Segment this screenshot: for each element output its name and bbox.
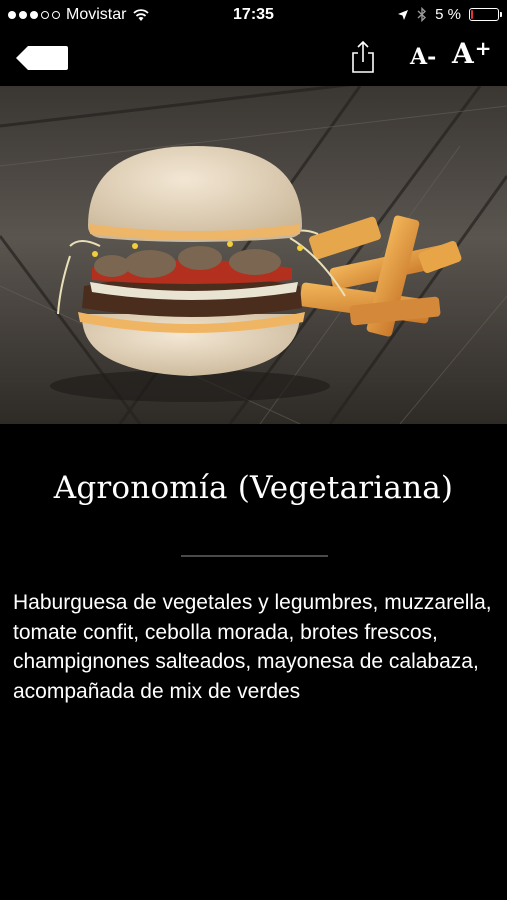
navigation-bar: A- A+	[0, 30, 507, 86]
battery-icon	[469, 8, 502, 21]
font-decrease-button[interactable]: A-	[410, 44, 436, 70]
share-icon	[352, 40, 374, 73]
font-increase-sign: +	[474, 36, 492, 60]
font-decrease-sign: -	[427, 44, 437, 70]
bluetooth-icon	[417, 7, 427, 22]
status-bar: Movistar 17:35 5 %	[0, 0, 507, 30]
location-arrow-icon	[398, 9, 409, 20]
burger-image	[0, 86, 507, 424]
back-button[interactable]	[14, 44, 70, 72]
font-increase-label: A	[452, 37, 474, 70]
dish-title: Agronomía (Vegetariana)	[53, 470, 454, 506]
dish-photo	[0, 86, 507, 424]
dish-description: Haburguesa de vegetales y legumbres, muz…	[13, 591, 492, 703]
status-right: 5 %	[397, 6, 502, 23]
font-decrease-label: A	[410, 44, 428, 70]
font-increase-button[interactable]: A+	[452, 36, 492, 70]
battery-percentage: 5 %	[435, 6, 461, 23]
title-divider	[181, 555, 328, 557]
share-button[interactable]	[350, 40, 376, 74]
back-arrow-icon	[16, 46, 68, 70]
